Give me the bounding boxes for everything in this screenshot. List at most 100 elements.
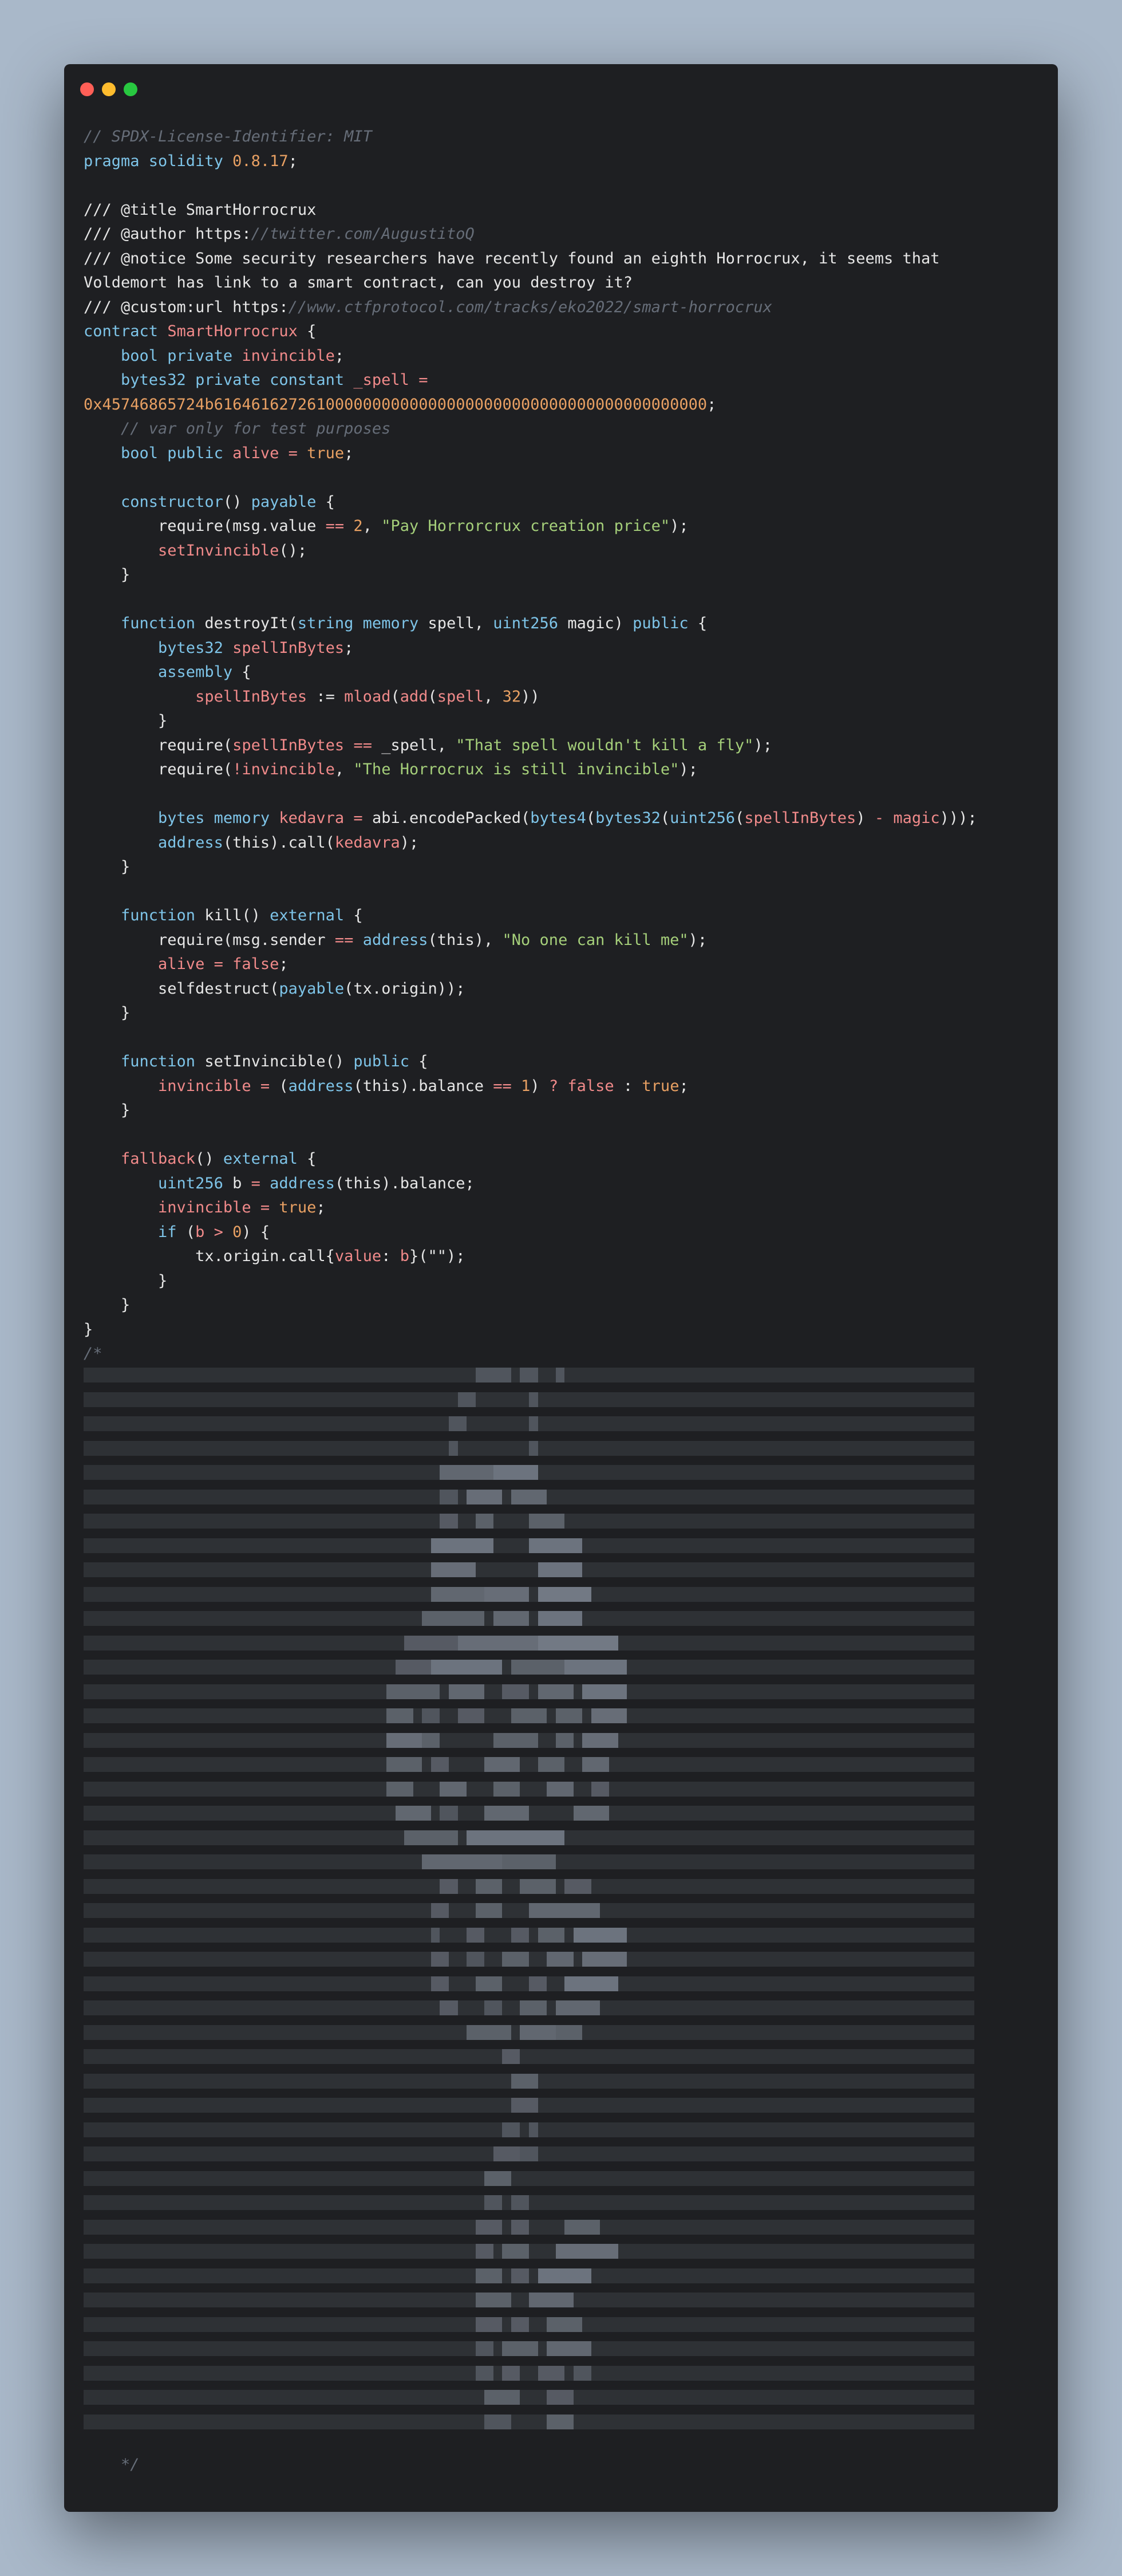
art-segment bbox=[404, 1635, 458, 1651]
art-segment bbox=[573, 1903, 600, 1918]
art-row bbox=[84, 1660, 974, 1675]
art-segment bbox=[430, 1562, 476, 1577]
art-segment bbox=[547, 2390, 574, 2405]
code-line: function kill() external { bbox=[84, 904, 1045, 928]
code-token: } bbox=[84, 1320, 93, 1338]
code-line: require(spellInBytes == _spell, "That sp… bbox=[84, 734, 1045, 758]
code-token: bytes32 bbox=[84, 639, 233, 657]
art-row bbox=[84, 1927, 974, 1943]
code-token: external bbox=[270, 907, 345, 924]
art-segment bbox=[457, 1635, 538, 1651]
art-segment bbox=[591, 1708, 627, 1723]
code-token: true bbox=[307, 444, 345, 462]
code-token: kill() bbox=[204, 907, 270, 924]
code-line: 0x45746865724b61646162726100000000000000… bbox=[84, 393, 1045, 417]
art-segment bbox=[430, 1976, 449, 1991]
art-segment bbox=[555, 2000, 600, 2015]
code-line: /* bbox=[84, 1342, 1045, 1366]
code-token: }(""); bbox=[409, 1247, 465, 1265]
code-token: // SPDX-License-Identifier: MIT bbox=[84, 128, 372, 145]
code-token: true bbox=[279, 1199, 317, 1216]
code-line: /// @custom:url https://www.ctfprotocol.… bbox=[84, 296, 1045, 320]
code-token: = bbox=[251, 1199, 279, 1216]
code-line: Voldemort has link to a smart contract, … bbox=[84, 271, 1045, 296]
art-segment bbox=[502, 2244, 529, 2259]
code-token: ; bbox=[288, 152, 298, 170]
code-token: /// @custom:url https: bbox=[84, 298, 289, 316]
code-line: } bbox=[84, 1269, 1045, 1294]
art-segment bbox=[582, 1757, 610, 1772]
code-token: bytes32 private constant bbox=[84, 371, 354, 389]
code-token: ( bbox=[279, 1077, 289, 1095]
art-row bbox=[84, 2414, 974, 2429]
code-token: { bbox=[232, 663, 251, 681]
code-token: = bbox=[242, 1174, 270, 1192]
ascii-art-block bbox=[84, 1368, 974, 2439]
close-dot-icon[interactable] bbox=[80, 82, 94, 96]
code-token: magic) bbox=[567, 615, 633, 632]
code-token: _spell bbox=[353, 371, 409, 389]
code-line: } bbox=[84, 709, 1045, 734]
art-segment bbox=[484, 1586, 529, 1602]
art-segment bbox=[564, 1976, 618, 1991]
art-segment bbox=[511, 2195, 529, 2210]
code-token: require( bbox=[84, 761, 233, 778]
code-token: // var only for test purposes bbox=[84, 420, 391, 438]
art-segment bbox=[502, 2122, 520, 2137]
art-segment bbox=[475, 1976, 503, 1991]
art-row bbox=[84, 1635, 974, 1651]
art-row bbox=[84, 1684, 974, 1699]
code-line: bytes32 spellInBytes; bbox=[84, 636, 1045, 661]
code-token: mload bbox=[344, 687, 391, 706]
code-token: } bbox=[84, 1101, 131, 1119]
art-segment bbox=[484, 1806, 529, 1821]
art-segment bbox=[440, 1514, 458, 1529]
code-line: bool private invincible; bbox=[84, 344, 1045, 369]
art-segment bbox=[422, 1854, 503, 1869]
art-segment bbox=[386, 1684, 440, 1699]
minimize-dot-icon[interactable] bbox=[102, 82, 116, 96]
code-token: 32 bbox=[502, 687, 522, 706]
art-segment bbox=[547, 1952, 574, 1967]
art-row bbox=[84, 1806, 974, 1821]
code-token: (); bbox=[279, 541, 307, 560]
art-segment bbox=[475, 1514, 493, 1529]
code-line: address(this).call(kedavra); bbox=[84, 831, 1045, 856]
art-segment bbox=[484, 2195, 503, 2210]
code-token: spell bbox=[437, 687, 484, 706]
zoom-dot-icon[interactable] bbox=[124, 82, 137, 96]
code-token: address bbox=[270, 1174, 335, 1192]
art-row bbox=[84, 1586, 974, 1602]
code-token: ))); bbox=[939, 809, 977, 827]
art-row bbox=[84, 1489, 974, 1504]
code-token: payable bbox=[279, 979, 345, 998]
art-segment bbox=[502, 1684, 529, 1699]
code-token: require( bbox=[84, 736, 233, 754]
code-token: "The Horrocrux is still invincible" bbox=[353, 761, 679, 778]
art-segment bbox=[511, 2317, 529, 2332]
art-row bbox=[84, 2024, 974, 2040]
art-segment bbox=[422, 1732, 440, 1748]
code-token: ) bbox=[530, 1077, 549, 1095]
art-segment bbox=[467, 1489, 503, 1504]
code-token: ; bbox=[316, 1199, 326, 1216]
code-block: // SPDX-License-Identifier: MIT pragma so… bbox=[84, 125, 1045, 1366]
code-token: ( bbox=[428, 687, 437, 706]
code-line: contract SmartHorrocrux { bbox=[84, 320, 1045, 344]
art-row bbox=[84, 1538, 974, 1553]
code-line: } bbox=[84, 1293, 1045, 1318]
art-segment bbox=[520, 1368, 538, 1382]
art-segment bbox=[386, 1708, 413, 1723]
art-row bbox=[84, 1878, 974, 1894]
code-token: ; bbox=[707, 395, 717, 413]
code-token: assembly bbox=[84, 663, 233, 681]
art-segment bbox=[555, 1708, 583, 1723]
art-segment bbox=[511, 1927, 529, 1943]
art-segment bbox=[484, 2390, 520, 2405]
art-row bbox=[84, 1708, 974, 1723]
code-token: } bbox=[84, 858, 131, 876]
code-line: bytes32 private constant _spell = bbox=[84, 368, 1045, 393]
